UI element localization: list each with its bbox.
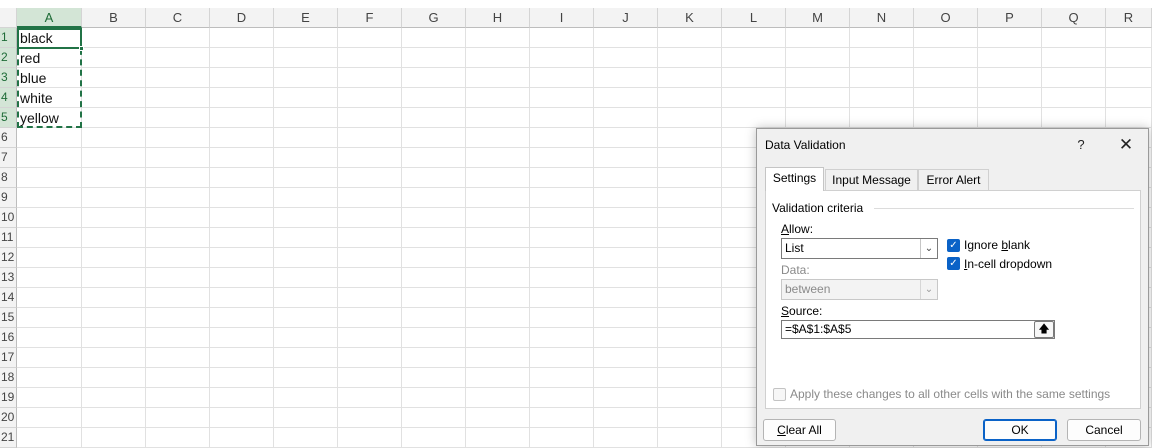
column-header-q[interactable]: Q bbox=[1042, 8, 1106, 28]
grid-row-line bbox=[17, 107, 1152, 108]
grid-row-line bbox=[17, 47, 1152, 48]
column-header-e[interactable]: E bbox=[274, 8, 338, 28]
ignore-blank-checkbox[interactable]: ✓ bbox=[947, 239, 960, 252]
grid-column-line bbox=[145, 28, 146, 448]
source-label: Source: bbox=[781, 304, 823, 318]
row-header-19[interactable]: 19 bbox=[0, 388, 17, 408]
column-header-k[interactable]: K bbox=[658, 8, 722, 28]
column-header-m[interactable]: M bbox=[786, 8, 850, 28]
row-header-6[interactable]: 6 bbox=[0, 128, 17, 148]
grid-row-line bbox=[17, 67, 1152, 68]
grid-column-line bbox=[657, 28, 658, 448]
row-header-7[interactable]: 7 bbox=[0, 148, 17, 168]
data-select-value: between bbox=[785, 282, 831, 296]
tab-settings[interactable]: Settings bbox=[765, 167, 824, 191]
column-header-l[interactable]: L bbox=[722, 8, 786, 28]
allow-select[interactable]: List ⌄ bbox=[781, 238, 938, 259]
dialog-title: Data Validation bbox=[765, 138, 846, 152]
apply-all-checkbox[interactable] bbox=[773, 388, 786, 401]
active-cell-border bbox=[17, 28, 82, 49]
row-header-4[interactable]: 4 bbox=[0, 88, 17, 108]
grid-column-line bbox=[209, 28, 210, 448]
close-icon[interactable]: ✕ bbox=[1115, 134, 1137, 156]
select-all-corner[interactable] bbox=[0, 8, 17, 28]
fill-handle[interactable] bbox=[79, 46, 84, 51]
column-header-a[interactable]: A bbox=[17, 8, 82, 28]
data-select[interactable]: between ⌄ bbox=[781, 279, 938, 300]
tab-error-alert[interactable]: Error Alert bbox=[918, 169, 989, 190]
settings-panel: Validation criteria Allow: List ⌄ ✓ Igno… bbox=[765, 190, 1141, 409]
chevron-down-icon: ⌄ bbox=[920, 239, 937, 258]
row-header-14[interactable]: 14 bbox=[0, 288, 17, 308]
ignore-blank-label[interactable]: Ignore blank bbox=[964, 238, 1030, 252]
column-header-j[interactable]: J bbox=[594, 8, 658, 28]
column-header-f[interactable]: F bbox=[338, 8, 402, 28]
collapse-dialog-icon[interactable]: 🡅 bbox=[1034, 321, 1054, 338]
grid-column-line bbox=[337, 28, 338, 448]
in-cell-dropdown-label[interactable]: In-cell dropdown bbox=[964, 257, 1052, 271]
row-header-3[interactable]: 3 bbox=[0, 68, 17, 88]
row-header-21[interactable]: 21 bbox=[0, 428, 17, 448]
column-header-b[interactable]: B bbox=[82, 8, 146, 28]
column-header-g[interactable]: G bbox=[402, 8, 466, 28]
apply-all-label: Apply these changes to all other cells w… bbox=[790, 387, 1111, 401]
column-header-p[interactable]: P bbox=[978, 8, 1042, 28]
row-header-12[interactable]: 12 bbox=[0, 248, 17, 268]
row-header-9[interactable]: 9 bbox=[0, 188, 17, 208]
row-header-18[interactable]: 18 bbox=[0, 368, 17, 388]
column-header-h[interactable]: H bbox=[466, 8, 530, 28]
row-header-11[interactable]: 11 bbox=[0, 228, 17, 248]
column-header-i[interactable]: I bbox=[530, 8, 594, 28]
source-input[interactable]: =$A$1:$A$5 bbox=[781, 320, 1055, 339]
row-header-10[interactable]: 10 bbox=[0, 208, 17, 228]
allow-label-text: llow: bbox=[789, 222, 814, 236]
row-header-16[interactable]: 16 bbox=[0, 328, 17, 348]
ok-button[interactable]: OK bbox=[983, 419, 1057, 441]
column-header-c[interactable]: C bbox=[146, 8, 210, 28]
grid-column-line bbox=[593, 28, 594, 448]
grid-column-line bbox=[721, 28, 722, 448]
tab-input-message[interactable]: Input Message bbox=[825, 169, 918, 190]
row-header-5[interactable]: 5 bbox=[0, 108, 17, 128]
grid-column-line bbox=[465, 28, 466, 448]
row-header-2[interactable]: 2 bbox=[0, 48, 17, 68]
chevron-down-icon: ⌄ bbox=[920, 280, 937, 299]
in-cell-dropdown-checkbox[interactable]: ✓ bbox=[947, 257, 960, 270]
row-header-17[interactable]: 17 bbox=[0, 348, 17, 368]
group-divider bbox=[874, 208, 1134, 209]
column-header-r[interactable]: R bbox=[1106, 8, 1152, 28]
grid-column-line bbox=[401, 28, 402, 448]
row-header-13[interactable]: 13 bbox=[0, 268, 17, 288]
grid-row-line bbox=[17, 87, 1152, 88]
row-header-20[interactable]: 20 bbox=[0, 408, 17, 428]
allow-select-value: List bbox=[785, 241, 804, 255]
grid-column-line bbox=[273, 28, 274, 448]
data-label: Data: bbox=[781, 263, 810, 277]
grid-column-line bbox=[529, 28, 530, 448]
column-header-n[interactable]: N bbox=[850, 8, 914, 28]
row-header-8[interactable]: 8 bbox=[0, 168, 17, 188]
help-icon[interactable]: ? bbox=[1075, 135, 1087, 155]
row-header-1[interactable]: 1 bbox=[0, 28, 17, 48]
allow-label: Allow: bbox=[781, 222, 814, 236]
cancel-button[interactable]: Cancel bbox=[1067, 419, 1141, 441]
row-header-15[interactable]: 15 bbox=[0, 308, 17, 328]
clear-all-button[interactable]: Clear All bbox=[763, 419, 836, 441]
data-validation-dialog: Data Validation ? ✕ Settings Input Messa… bbox=[756, 128, 1149, 446]
group-title: Validation criteria bbox=[772, 201, 868, 215]
column-header-o[interactable]: O bbox=[914, 8, 978, 28]
column-header-d[interactable]: D bbox=[210, 8, 274, 28]
